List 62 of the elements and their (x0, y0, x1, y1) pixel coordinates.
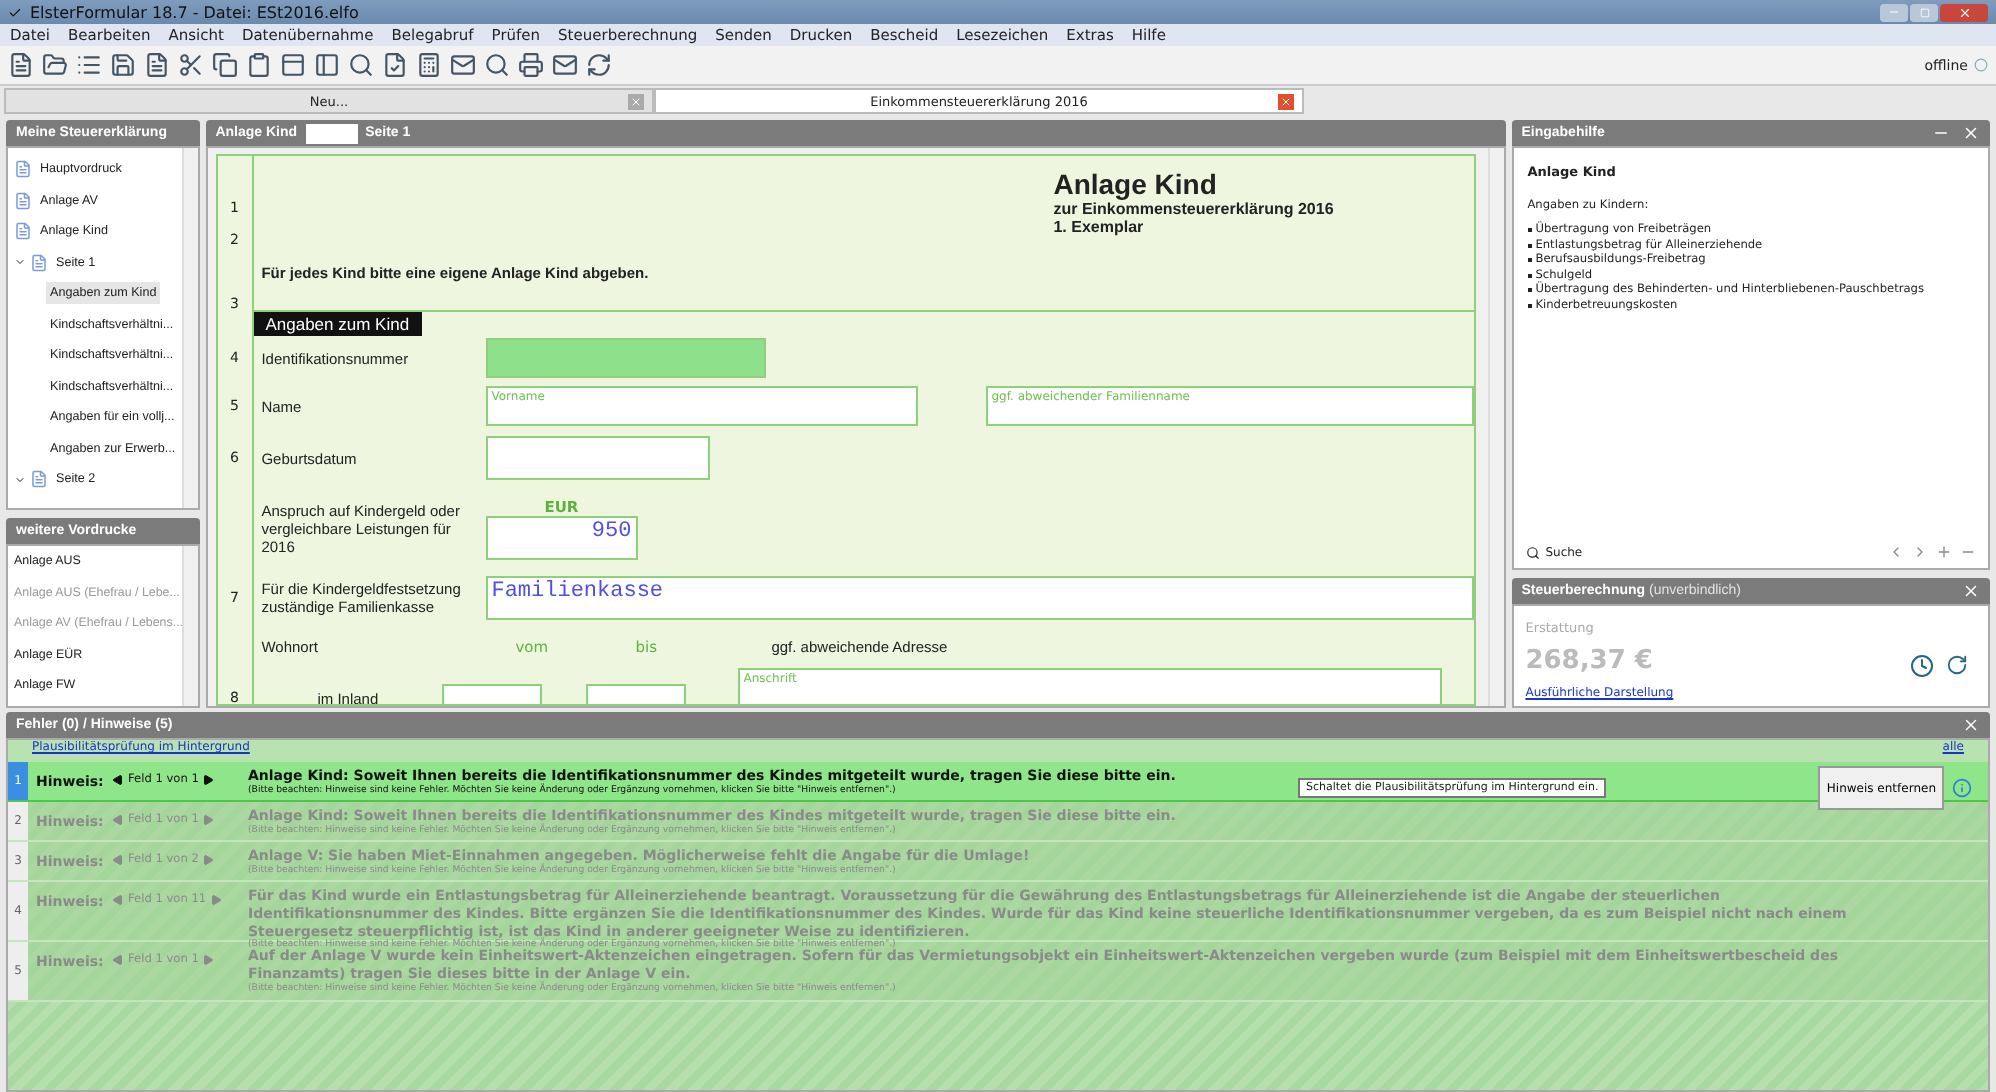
redacted-block (305, 123, 358, 143)
maximize-icon (1919, 7, 1929, 17)
scrollbar[interactable] (181, 148, 198, 508)
mail-icon[interactable] (450, 52, 476, 78)
forward-icon[interactable] (1912, 544, 1928, 560)
cut-icon[interactable] (178, 52, 204, 78)
text-field[interactable]: Familienkasse (485, 576, 1474, 620)
copy-icon[interactable] (212, 52, 238, 78)
envelope-icon[interactable] (552, 52, 578, 78)
search-icon[interactable] (348, 52, 374, 78)
scrollbar[interactable] (181, 546, 198, 706)
close-icon[interactable] (1962, 582, 1980, 600)
info-icon[interactable] (1952, 778, 1972, 798)
form-title: Anlage Kind (1053, 168, 1219, 200)
window-title: ElsterFormular 18.7 - Datei: ESt2016.elfo (30, 3, 359, 21)
form-subtitle: zur Einkommensteuererklärung 2016 (1053, 200, 1336, 218)
save-icon[interactable] (110, 52, 136, 78)
close-icon (1280, 96, 1292, 108)
document-icon (14, 160, 32, 179)
previous-icon[interactable] (112, 774, 124, 786)
new-file-icon[interactable] (8, 52, 34, 78)
document-icon (14, 222, 32, 241)
minimize-icon (1888, 6, 1900, 18)
close-icon (1957, 5, 1971, 19)
maximize-button[interactable] (1910, 3, 1938, 21)
amount-field[interactable]: 950 (485, 515, 638, 559)
next-icon[interactable] (202, 774, 215, 786)
preview-icon[interactable] (484, 52, 510, 78)
panel-icon[interactable] (280, 52, 306, 78)
date-field[interactable] (585, 684, 686, 704)
refresh-icon[interactable] (586, 52, 612, 78)
document-icon (30, 253, 48, 272)
date-field[interactable] (441, 684, 542, 704)
tab-close-button[interactable] (1278, 94, 1294, 110)
id-number-field[interactable] (485, 338, 766, 378)
refund-amount: 268,37 € (1525, 646, 1653, 676)
section-heading: Angaben zum Kind (253, 312, 422, 336)
check-icon (8, 5, 22, 19)
date-field[interactable] (485, 436, 710, 480)
clock-warning-icon[interactable] (1910, 654, 1934, 678)
close-icon[interactable] (1962, 124, 1980, 142)
paste-icon[interactable] (246, 52, 272, 78)
check-document-icon[interactable] (382, 52, 408, 78)
close-icon[interactable] (1962, 716, 1980, 734)
copy-label: 1. Exemplar (1053, 218, 1146, 236)
folder-icon[interactable] (42, 52, 68, 78)
zoom-in-icon[interactable] (1936, 544, 1952, 560)
list-icon[interactable] (76, 52, 102, 78)
minimize-button[interactable] (1880, 3, 1908, 21)
document-icon[interactable] (144, 52, 170, 78)
document-icon (14, 191, 32, 210)
status-icon (1974, 58, 1988, 72)
close-icon (630, 96, 642, 108)
recalculate-icon[interactable] (1946, 654, 1968, 676)
printer-icon[interactable] (518, 52, 544, 78)
tab-close-button[interactable] (628, 94, 644, 110)
calculator-icon[interactable] (416, 52, 442, 78)
back-icon[interactable] (1888, 544, 1904, 560)
sidebar-icon[interactable] (314, 52, 340, 78)
search-icon[interactable] (1525, 545, 1540, 559)
document-icon (30, 470, 48, 489)
close-button[interactable] (1940, 3, 1988, 21)
